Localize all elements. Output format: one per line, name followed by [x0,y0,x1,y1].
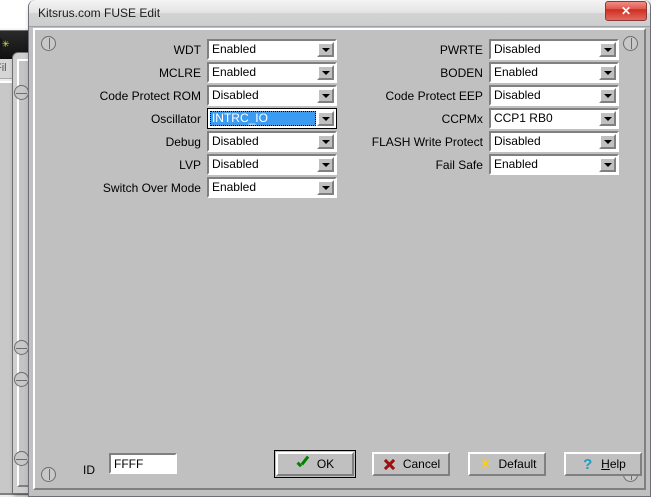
field-row-code-protect-eep: Code Protect EEP Disabled [340,85,619,106]
field-row-pwrte: PWRTE Disabled [340,39,619,60]
resize-glyph-bg-3[interactable] [14,372,29,387]
chevron-down-icon[interactable] [317,134,334,149]
combobox-mclre-value: Enabled [209,64,317,81]
label-oscillator: Oscillator [61,112,207,126]
field-row-mclre: MCLRE Enabled [61,62,337,83]
combobox-oscillator-value: INTRC_IO [210,111,316,126]
label-boden: BODEN [340,66,489,80]
chevron-down-icon[interactable] [599,134,616,149]
field-row-lvp: LVP Disabled [61,154,337,175]
label-code-protect-rom: Code Protect ROM [61,89,207,103]
default-button[interactable]: ☀ Default [468,452,546,476]
label-mclre: MCLRE [61,66,207,80]
application-icon: ✳ [0,37,11,53]
resize-glyph-bg-1[interactable] [14,85,29,100]
label-pwrte: PWRTE [340,43,489,57]
field-row-debug: Debug Disabled [61,131,337,152]
ok-button-label: OK [317,457,334,471]
dialog-titlebar[interactable]: Kitsrus.com FUSE Edit ✕ [29,0,650,27]
combobox-oscillator[interactable]: INTRC_IO [207,108,337,129]
combobox-switch-over-mode-value: Enabled [209,179,317,196]
dialog-client-area: WDT Enabled MCLRE Enabled Code Protect R… [33,28,646,490]
label-lvp: LVP [61,158,207,172]
combobox-lvp[interactable]: Disabled [207,154,337,175]
label-switch-over-mode: Switch Over Mode [61,181,207,195]
chevron-down-icon[interactable] [317,180,334,195]
label-flash-write-protect: FLASH Write Protect [340,135,489,149]
combobox-code-protect-rom[interactable]: Disabled [207,85,337,106]
question-mark-icon: ? [580,457,595,472]
combobox-flash-write-protect[interactable]: Disabled [489,131,619,152]
help-button-label: Help [601,457,626,471]
chevron-down-icon[interactable] [317,111,334,126]
cancel-button[interactable]: Cancel [372,452,450,476]
chevron-down-icon[interactable] [317,65,334,80]
combobox-wdt[interactable]: Enabled [207,39,337,60]
id-label: ID [83,463,95,477]
combobox-ccpmx-value: CCP1 RB0 [491,110,599,127]
chevron-down-icon[interactable] [599,42,616,57]
label-wdt: WDT [61,43,207,57]
sun-icon: ☀ [477,457,492,472]
help-button[interactable]: ? Help [564,452,642,476]
close-icon[interactable]: ✕ [605,1,647,21]
combobox-code-protect-eep-value: Disabled [491,87,599,104]
combobox-pwrte[interactable]: Disabled [489,39,619,60]
chevron-down-icon[interactable] [599,157,616,172]
combobox-fail-safe[interactable]: Enabled [489,154,619,175]
combobox-ccpmx[interactable]: CCP1 RB0 [489,108,619,129]
scroll-glyph-top-right[interactable] [623,36,638,51]
ok-button[interactable]: OK [276,452,354,476]
combobox-flash-write-protect-value: Disabled [491,133,599,150]
resize-glyph-bg-2[interactable] [14,340,29,355]
chevron-down-icon[interactable] [599,65,616,80]
combobox-switch-over-mode[interactable]: Enabled [207,177,337,198]
label-code-protect-eep: Code Protect EEP [340,89,489,103]
label-debug: Debug [61,135,207,149]
combobox-boden-value: Enabled [491,64,599,81]
combobox-wdt-value: Enabled [209,41,317,58]
field-row-code-protect-rom: Code Protect ROM Disabled [61,85,337,106]
cancel-button-label: Cancel [403,457,440,471]
field-row-boden: BODEN Enabled [340,62,619,83]
field-row-wdt: WDT Enabled [61,39,337,60]
chevron-down-icon[interactable] [317,42,334,57]
field-row-flash-write-protect: FLASH Write Protect Disabled [340,131,619,152]
chevron-down-icon[interactable] [599,111,616,126]
label-ccpmx: CCPMx [340,112,489,126]
window-title: Kitsrus.com FUSE Edit [29,6,160,20]
resize-glyph-bg-4[interactable] [14,451,29,466]
scroll-glyph-top-left[interactable] [41,36,56,51]
chevron-down-icon[interactable] [317,88,334,103]
help-button-accel: H [601,457,610,471]
field-row-oscillator: Oscillator INTRC_IO [61,108,337,129]
default-button-label: Default [498,457,536,471]
chevron-down-icon[interactable] [317,157,334,172]
check-icon [296,457,311,472]
combobox-boden[interactable]: Enabled [489,62,619,83]
id-input[interactable] [109,453,177,474]
field-row-ccpmx: CCPMx CCP1 RB0 [340,108,619,129]
combobox-debug[interactable]: Disabled [207,131,337,152]
combobox-code-protect-eep[interactable]: Disabled [489,85,619,106]
scroll-glyph-bottom-left[interactable] [41,467,56,482]
combobox-code-protect-rom-value: Disabled [209,87,317,104]
label-fail-safe: Fail Safe [340,158,489,172]
combobox-debug-value: Disabled [209,133,317,150]
combobox-fail-safe-value: Enabled [491,156,599,173]
combobox-pwrte-value: Disabled [491,41,599,58]
field-row-switch-over-mode: Switch Over Mode Enabled [61,177,337,198]
help-button-rest: elp [610,457,626,471]
combobox-lvp-value: Disabled [209,156,317,173]
chevron-down-icon[interactable] [599,88,616,103]
screen-bottom-edge [0,497,651,503]
close-x-icon [382,457,397,472]
field-row-fail-safe: Fail Safe Enabled [340,154,619,175]
fuse-edit-dialog: Kitsrus.com FUSE Edit ✕ WDT Enabled MCLR… [28,0,651,497]
combobox-mclre[interactable]: Enabled [207,62,337,83]
